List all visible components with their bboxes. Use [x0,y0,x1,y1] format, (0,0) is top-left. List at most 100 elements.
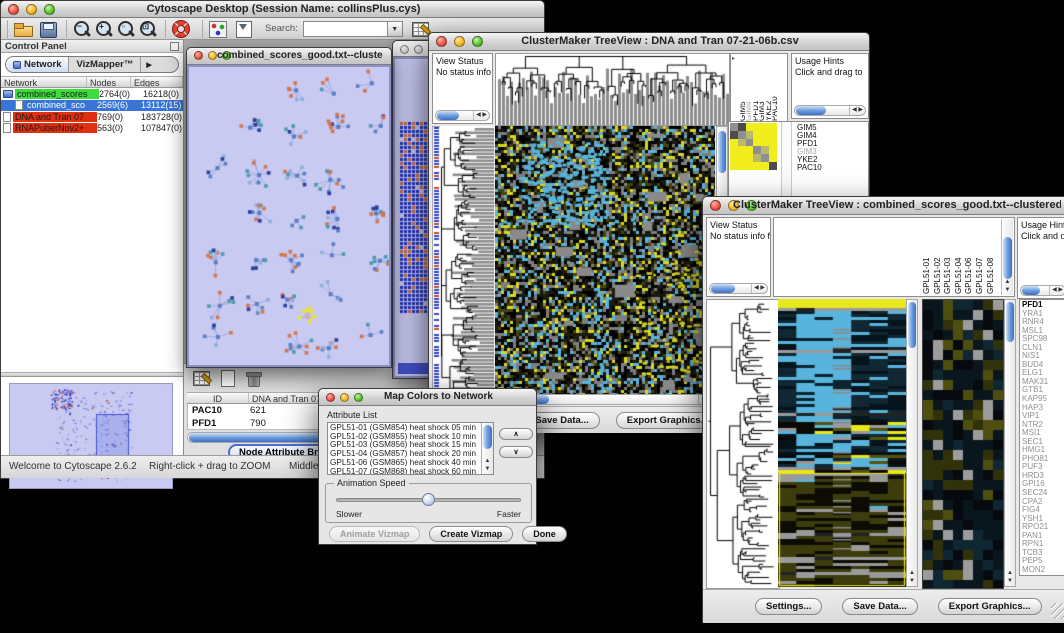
save-data--button[interactable]: Save Data... [842,598,917,615]
col-id[interactable]: ID [187,393,249,403]
vscrollbar-thumb[interactable] [483,425,492,449]
attribute-list-item[interactable]: GPL51-02 (GSM855) heat shock 10 min [330,433,479,442]
scroll-arrows-icon[interactable]: ◀ ▶ [751,284,767,293]
gene-label[interactable]: MON2 [1022,566,1048,575]
close-button[interactable] [710,200,721,211]
zoom-vscrollbar[interactable]: ▲ ▼ [1004,299,1016,587]
scroll-down-icon[interactable]: ▼ [1005,577,1015,585]
zoom-fit-icon[interactable]: ⊡ [137,19,159,39]
vscrollbar-thumb[interactable] [718,131,726,173]
open-session-icon[interactable] [12,19,34,39]
minimize-button[interactable] [208,51,217,60]
row-label[interactable]: PAC10 [797,164,822,172]
create-vizmap-button[interactable]: Create Vizmap [429,526,513,542]
matrix-cell[interactable] [769,139,777,147]
float-panel-icon[interactable] [170,42,179,51]
scroll-up-icon[interactable]: ▲ [907,569,917,577]
export-graphics--button[interactable]: Export Graphics... [938,598,1042,615]
scrollbar-thumb[interactable] [711,284,735,293]
matrix-cell[interactable] [769,131,777,139]
scroll-up-icon[interactable]: ▲ [482,457,493,465]
attribute-list-item[interactable]: GPL51-07 (GSM868) heat shock 60 min [330,468,479,475]
zoom-in-icon[interactable]: + [93,19,115,39]
zoom-selected-icon[interactable]: ▫ [115,19,137,39]
vscrollbar-thumb[interactable] [908,302,916,348]
move-down-button[interactable]: ∨ [499,446,533,458]
column-label[interactable]: GPL51-06 (GSM865) [964,220,975,294]
matrix-cell[interactable] [761,146,769,154]
close-button[interactable] [436,36,447,47]
matrix-cell[interactable] [761,139,769,147]
usage-hints-scrollbar[interactable]: ◀ ▶ [1020,285,1064,296]
matrix-cell[interactable] [738,146,746,154]
settings--button[interactable]: Settings... [755,598,822,615]
scrollbar-thumb[interactable] [796,106,826,115]
overview-divider[interactable] [1,372,183,377]
matrix-cell[interactable] [738,139,746,147]
save-session-icon[interactable] [37,19,59,39]
matrix-cell[interactable] [761,123,769,131]
matrix-cell[interactable] [730,131,738,139]
scroll-down-icon[interactable]: ▼ [907,577,917,585]
network-view-canvas[interactable] [189,67,391,367]
attribute-list-vscrollbar[interactable]: ▲ ▼ [481,423,493,474]
col-edges[interactable]: Edges [131,77,183,87]
zoom-out-icon[interactable]: − [71,19,93,39]
matrix-cell[interactable] [761,162,769,170]
network-list-row[interactable]: combined_scores2764(0)16218(0) [1,88,183,100]
column-label[interactable]: GPL51-02 (GSM855) [933,220,944,294]
minimize-button[interactable] [340,393,349,402]
matrix-cell[interactable] [746,123,754,131]
matrix-cell[interactable] [746,139,754,147]
heatmap-canvas[interactable] [778,299,906,587]
matrix-cell[interactable] [730,139,738,147]
row-dendrogram-canvas[interactable] [440,126,494,406]
close-button[interactable] [400,45,409,54]
matrix-cell[interactable] [769,123,777,131]
column-label[interactable]: PAC10 [772,56,778,121]
matrix-cell[interactable] [753,154,761,162]
scroll-arrows-icon[interactable]: ◀ ▶ [849,106,865,115]
scrollbar-thumb[interactable] [1022,286,1040,295]
done-button[interactable]: Done [522,526,567,542]
matrix-cell[interactable] [746,131,754,139]
column-label[interactable]: GPL51-08 (GSM872) [986,220,997,294]
usage-hints-scrollbar[interactable]: ◀ ▶ [794,105,866,116]
matrix-cell[interactable] [730,146,738,154]
heatmap-vscrollbar[interactable]: ▲ ▼ [906,299,918,587]
view-status-scrollbar[interactable]: ◀ ▶ [709,283,768,294]
matrix-cell[interactable] [738,123,746,131]
vizmapper-nodes-icon[interactable] [207,19,229,39]
help-lifering-icon[interactable] [170,19,192,39]
network-list-row[interactable]: RNAPuberNov2+563(0)107847(0) [1,123,183,135]
column-label[interactable]: GPL51-03 (GSM856) [943,220,954,294]
network-list-row[interactable]: DNA and Tran 07769(0)183728(0) [1,111,183,123]
matrix-cell[interactable] [761,131,769,139]
column-label[interactable]: GPL51-07 (GSM868) [975,220,986,294]
scroll-arrows-icon[interactable]: ◀ ▶ [1049,286,1064,295]
view-status-scrollbar[interactable]: ◀ ▶ [435,110,490,121]
resize-grip[interactable] [1051,603,1064,619]
matrix-cell[interactable] [753,139,761,147]
matrix-cell[interactable] [746,162,754,170]
expand-arrow-icon[interactable]: ▸ [732,55,735,62]
column-label[interactable]: GPL51-04 (GSM857) [954,220,965,294]
scroll-down-icon[interactable]: ▼ [1002,286,1013,294]
scroll-up-icon[interactable]: ▲ [1002,278,1013,286]
network-list-row[interactable]: combined_sco2569(6)13112(15) [1,100,183,112]
attribute-select-icon[interactable] [191,368,213,388]
column-label[interactable]: GIM3 [759,56,765,121]
matrix-cell[interactable] [769,154,777,162]
matrix-cell[interactable] [769,162,777,170]
vscrollbar-thumb[interactable] [1003,237,1012,279]
scroll-down-icon[interactable]: ▼ [482,465,493,473]
close-button[interactable] [326,393,335,402]
zoom-heatmap-canvas[interactable] [922,299,1004,589]
column-area-vscrollbar[interactable]: ▲ ▼ [1001,219,1013,295]
column-dendrogram-canvas[interactable] [495,53,730,126]
attribute-list-item[interactable]: GPL51-01 (GSM854) heat shock 05 min [330,424,479,433]
treeview1-titlebar[interactable]: ClusterMaker TreeView : DNA and Tran 07-… [429,33,869,51]
attribute-list-item[interactable]: GPL51-06 (GSM865) heat shock 40 min [330,459,479,468]
tab-overflow-arrow[interactable]: ▶ [141,57,156,72]
new-attribute-icon[interactable] [217,368,239,388]
